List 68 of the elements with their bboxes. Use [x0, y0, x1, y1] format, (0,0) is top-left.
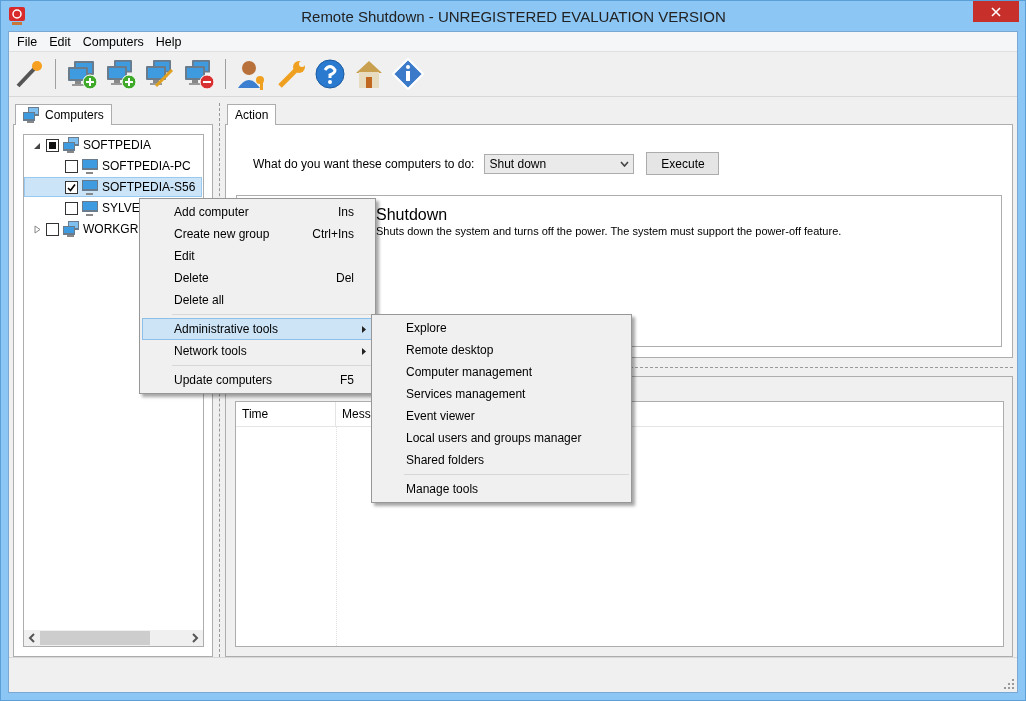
menu-item[interactable]: Update computers F5 [142, 369, 373, 391]
checkbox[interactable] [65, 201, 78, 215]
computer-group-icon [63, 221, 79, 237]
tree-item-label: WORKGR [83, 222, 139, 236]
action-dropdown[interactable]: Shut down [484, 153, 635, 174]
app-icon [9, 7, 25, 25]
menu-item[interactable]: Delete Del [142, 267, 373, 289]
checkbox[interactable] [65, 180, 78, 194]
tab[interactable]: Computers [15, 104, 112, 125]
menu-item[interactable]: Event viewer [374, 405, 629, 427]
menu-item[interactable]: Computer management [374, 361, 629, 383]
edit-computer-icon [144, 58, 176, 90]
menu-bar-item[interactable]: Edit [43, 34, 77, 49]
menu-item[interactable]: Shared folders [374, 449, 629, 471]
checkbox[interactable] [65, 159, 78, 173]
computer-icon [82, 158, 98, 174]
menu-item[interactable]: Delete all [142, 289, 373, 311]
computer-group-icon [63, 137, 79, 153]
tab[interactable]: Action [227, 104, 277, 125]
tree-item[interactable]: SOFTPEDIA [24, 135, 202, 155]
tree-item-label: SOFTPEDIA-S56 [102, 180, 196, 194]
computer-icon [82, 200, 98, 216]
close-button[interactable] [973, 1, 1019, 22]
help-button[interactable] [314, 58, 346, 90]
menu-item[interactable]: Services management [374, 383, 629, 405]
scroll-left-icon[interactable] [28, 633, 36, 643]
scroll-right-icon[interactable] [191, 633, 199, 643]
menu-item[interactable]: Administrative tools [142, 318, 373, 340]
add-computer-button[interactable] [66, 58, 98, 90]
horizontal-scrollbar[interactable] [24, 630, 203, 646]
tree-item-label: SYLVE [102, 201, 140, 215]
menu-item[interactable]: Create new group Ctrl+Ins [142, 223, 373, 245]
remove-computer-icon [183, 58, 215, 90]
tree-item-label: SOFTPEDIA-PC [102, 159, 191, 173]
menu-item[interactable]: Explore [374, 317, 629, 339]
description-text: Shuts down the system and turns off the power. The system must support the power-off feature. [376, 225, 843, 237]
tree-item[interactable]: SOFTPEDIA-S56 [24, 177, 202, 197]
info-icon [392, 58, 424, 90]
resize-grip-icon[interactable] [1004, 679, 1014, 689]
menu-item[interactable]: Manage tools [374, 478, 629, 500]
computer-group-icon [23, 107, 39, 123]
window-title: Remote Shutdown - UNREGISTERED EVALUATION VERSION [300, 7, 727, 25]
checkmark-icon [67, 182, 76, 192]
close-icon [991, 6, 1001, 17]
tree-item-label: SOFTPEDIA [83, 138, 151, 152]
menu-bar-item[interactable]: File [11, 34, 44, 49]
help-icon [314, 58, 346, 90]
menu-item[interactable]: Network tools [142, 340, 373, 362]
prompt-label: What do you want these computers to do: [253, 156, 475, 171]
remove-computer-button[interactable] [183, 58, 215, 90]
edit-computer-button[interactable] [144, 58, 176, 90]
menu-item[interactable]: Local users and groups manager [374, 427, 629, 449]
info-button[interactable] [392, 58, 424, 90]
add-group-button[interactable] [105, 58, 137, 90]
execute-button[interactable]: Execute [646, 152, 720, 175]
menu-item[interactable]: Add computer Ins [142, 201, 373, 223]
menu-item[interactable]: Remote desktop [374, 339, 629, 361]
description-title: Shutdown [376, 206, 449, 224]
computer-icon [82, 179, 98, 195]
checkbox[interactable] [46, 222, 59, 236]
menu-bar-item[interactable]: Computers [76, 34, 150, 49]
add-group-icon [105, 58, 137, 90]
column-header[interactable]: Time [236, 402, 336, 426]
menu-item[interactable]: Edit [142, 245, 373, 267]
expand-arrow-icon[interactable] [33, 224, 42, 234]
menu-bar-item[interactable]: Help [149, 34, 188, 49]
add-computer-icon [66, 58, 98, 90]
tree-item[interactable]: SOFTPEDIA-PC [24, 156, 202, 176]
